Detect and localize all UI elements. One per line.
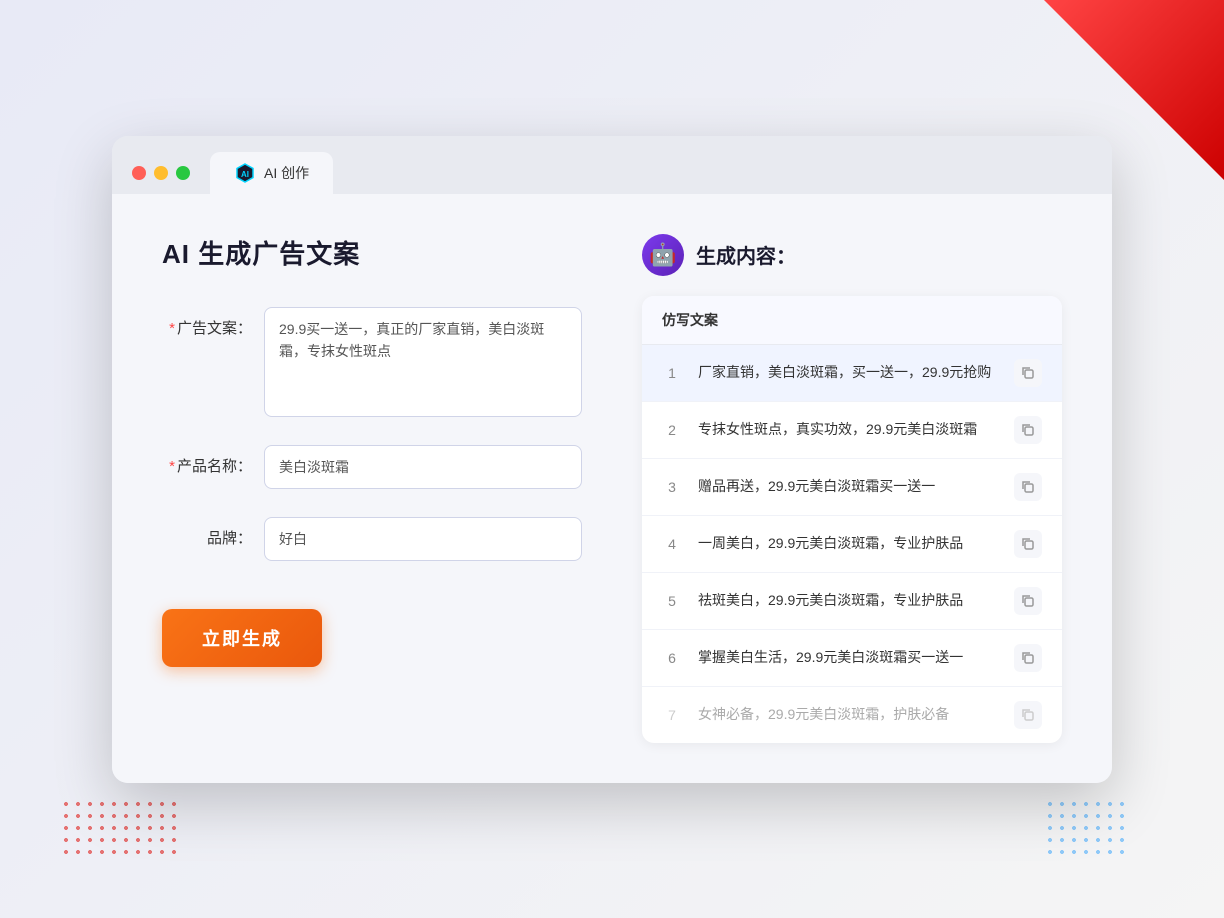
bg-decoration-dots-left: [60, 798, 180, 858]
row-number: 2: [662, 422, 682, 438]
browser-tab[interactable]: AI AI 创作: [210, 152, 333, 194]
traffic-lights: [132, 166, 190, 194]
row-number: 5: [662, 593, 682, 609]
ai-icon: AI: [234, 162, 256, 184]
ad-copy-input[interactable]: 29.9买一送一，真正的厂家直销，美白淡斑霜，专抹女性斑点: [264, 307, 582, 417]
bg-decoration-dots-right: [1044, 798, 1124, 858]
row-text: 一周美白，29.9元美白淡斑霜，专业护肤品: [698, 533, 998, 554]
row-text: 祛斑美白，29.9元美白淡斑霜，专业护肤品: [698, 590, 998, 611]
row-text: 厂家直销，美白淡斑霜，买一送一，29.9元抢购: [698, 362, 998, 383]
table-row: 4 一周美白，29.9元美白淡斑霜，专业护肤品: [642, 516, 1062, 573]
row-number: 4: [662, 536, 682, 552]
browser-window: AI AI 创作 AI 生成广告文案 *广告文案： 29.9买一送一，真正的厂家…: [112, 136, 1112, 783]
result-table: 仿写文案 1 厂家直销，美白淡斑霜，买一送一，29.9元抢购 2 专抹: [642, 296, 1062, 743]
copy-button[interactable]: [1014, 416, 1042, 444]
left-panel: AI 生成广告文案 *广告文案： 29.9买一送一，真正的厂家直销，美白淡斑霜，…: [162, 234, 582, 743]
table-row: 1 厂家直销，美白淡斑霜，买一送一，29.9元抢购: [642, 345, 1062, 402]
brand-input[interactable]: [264, 517, 582, 561]
row-text: 专抹女性斑点，真实功效，29.9元美白淡斑霜: [698, 419, 998, 440]
row-text: 赠品再送，29.9元美白淡斑霜买一送一: [698, 476, 998, 497]
table-row: 7 女神必备，29.9元美白淡斑霜，护肤必备: [642, 687, 1062, 743]
row-text: 掌握美白生活，29.9元美白淡斑霜买一送一: [698, 647, 998, 668]
table-row: 3 赠品再送，29.9元美白淡斑霜买一送一: [642, 459, 1062, 516]
table-row: 2 专抹女性斑点，真实功效，29.9元美白淡斑霜: [642, 402, 1062, 459]
table-row: 6 掌握美白生活，29.9元美白淡斑霜买一送一: [642, 630, 1062, 687]
required-star-ad: *: [169, 320, 175, 337]
row-text: 女神必备，29.9元美白淡斑霜，护肤必备: [698, 704, 998, 725]
traffic-light-green[interactable]: [176, 166, 190, 180]
copy-button[interactable]: [1014, 530, 1042, 558]
right-panel: 生成内容： 仿写文案 1 厂家直销，美白淡斑霜，买一送一，29.9元抢购: [642, 234, 1062, 743]
traffic-light-yellow[interactable]: [154, 166, 168, 180]
generate-button[interactable]: 立即生成: [162, 609, 322, 667]
svg-text:AI: AI: [241, 170, 249, 179]
product-name-label: *产品名称：: [162, 445, 252, 476]
robot-icon: [642, 234, 684, 276]
table-header: 仿写文案: [642, 296, 1062, 345]
product-name-input[interactable]: [264, 445, 582, 489]
results-title: 生成内容：: [696, 240, 796, 269]
tab-label: AI 创作: [264, 163, 309, 183]
form-group-brand: 品牌：: [162, 517, 582, 561]
row-number: 6: [662, 650, 682, 666]
brand-label: 品牌：: [162, 517, 252, 548]
traffic-light-red[interactable]: [132, 166, 146, 180]
browser-chrome: AI AI 创作: [112, 136, 1112, 194]
row-number: 3: [662, 479, 682, 495]
copy-button[interactable]: [1014, 473, 1042, 501]
copy-button[interactable]: [1014, 644, 1042, 672]
form-group-ad-copy: *广告文案： 29.9买一送一，真正的厂家直销，美白淡斑霜，专抹女性斑点: [162, 307, 582, 417]
copy-button[interactable]: [1014, 701, 1042, 729]
ad-copy-label: *广告文案：: [162, 307, 252, 338]
required-star-product: *: [169, 458, 175, 475]
row-number: 1: [662, 365, 682, 381]
copy-button[interactable]: [1014, 587, 1042, 615]
page-title: AI 生成广告文案: [162, 234, 582, 271]
table-header-text: 仿写文案: [662, 312, 718, 328]
form-group-product-name: *产品名称：: [162, 445, 582, 489]
row-number: 7: [662, 707, 682, 723]
results-header: 生成内容：: [642, 234, 1062, 276]
browser-content: AI 生成广告文案 *广告文案： 29.9买一送一，真正的厂家直销，美白淡斑霜，…: [112, 194, 1112, 783]
copy-button[interactable]: [1014, 359, 1042, 387]
table-row: 5 祛斑美白，29.9元美白淡斑霜，专业护肤品: [642, 573, 1062, 630]
